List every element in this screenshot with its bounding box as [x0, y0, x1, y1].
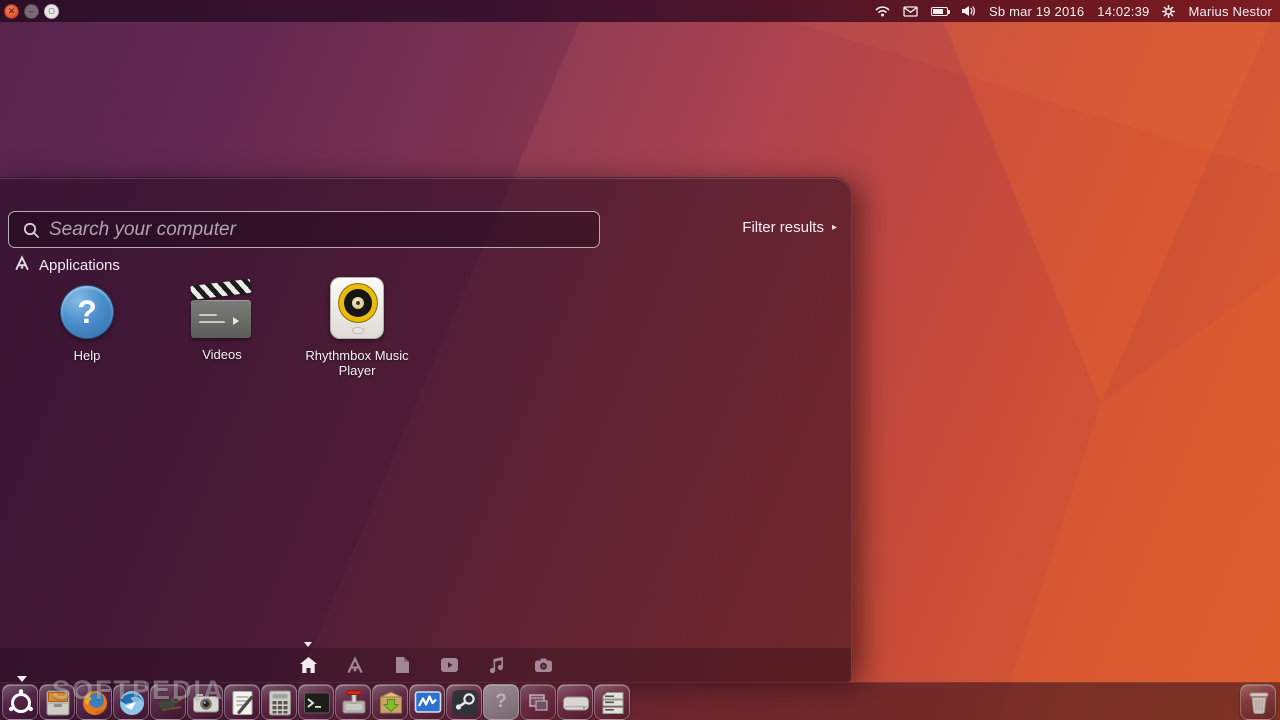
launcher-steam-icon[interactable]: [446, 684, 482, 720]
launcher-window-spread-icon[interactable]: [520, 684, 556, 720]
filter-results-label: Filter results: [742, 219, 824, 236]
active-app-indicator-icon: [17, 676, 27, 682]
filter-results-button[interactable]: Filter results ▸: [742, 219, 837, 236]
app-result-videos[interactable]: Videos: [157, 277, 287, 379]
section-title: Applications: [39, 257, 120, 274]
launcher-bar: SOFTPEDIA: [0, 682, 1280, 720]
lens-documents[interactable]: [392, 655, 412, 675]
filter-expand-arrow-icon: ▸: [832, 222, 837, 233]
app-label: Help: [74, 348, 101, 363]
window-controls: ✕ – ▢: [0, 4, 59, 19]
volume-icon[interactable]: [961, 5, 976, 17]
applications-section-header: Applications: [14, 255, 120, 275]
close-button[interactable]: ✕: [4, 4, 19, 19]
launcher-hard-disk-icon[interactable]: [557, 684, 593, 720]
session-username[interactable]: Marius Nestor: [1188, 4, 1272, 19]
lens-music[interactable]: [486, 655, 506, 675]
videos-app-icon: [191, 286, 253, 338]
battery-icon[interactable]: [931, 7, 948, 16]
wifi-icon[interactable]: [875, 5, 890, 17]
help-app-icon: ?: [60, 285, 114, 339]
panel-time[interactable]: 14:02:39: [1097, 4, 1149, 19]
lens-applications[interactable]: [345, 655, 365, 675]
search-input[interactable]: [9, 212, 599, 247]
session-gear-icon[interactable]: [1162, 5, 1175, 18]
launcher-notes-icon[interactable]: [224, 684, 260, 720]
lens-videos[interactable]: [439, 655, 459, 675]
dash-search-box: [8, 211, 600, 248]
unity-dash: Filter results ▸ Applications ? Help Vid…: [0, 178, 852, 682]
launcher-trash-icon[interactable]: [1240, 684, 1276, 720]
launcher-help-icon[interactable]: ?: [483, 684, 519, 720]
top-panel: ✕ – ▢ Sb mar 19 2016 14:02:39: [0, 0, 1280, 22]
panel-date[interactable]: Sb mar 19 2016: [989, 4, 1084, 19]
dash-app-results: ? Help Videos Rhythmbox Music Player: [22, 277, 422, 379]
maximize-button[interactable]: ▢: [44, 4, 59, 19]
launcher-firefox-icon[interactable]: [76, 684, 112, 720]
minimize-button[interactable]: –: [24, 4, 39, 19]
launcher-system-monitor-icon[interactable]: [409, 684, 445, 720]
mail-icon[interactable]: [903, 6, 918, 17]
rhythmbox-app-icon: [330, 277, 384, 339]
lens-home[interactable]: [298, 655, 318, 675]
applications-lens-icon: [14, 255, 30, 275]
app-result-help[interactable]: ? Help: [22, 277, 152, 379]
launcher-drive-stack-icon[interactable]: [594, 684, 630, 720]
launcher-startup-disk-creator-icon[interactable]: [335, 684, 371, 720]
launcher-terminal-icon[interactable]: [298, 684, 334, 720]
app-label: Rhythmbox Music Player: [297, 348, 417, 379]
dash-lens-bar: [0, 648, 851, 682]
launcher-calculator-icon[interactable]: [261, 684, 297, 720]
launcher-icons-row: ?: [2, 684, 630, 720]
launcher-ubuntu-dash-icon[interactable]: [2, 684, 38, 720]
app-result-rhythmbox[interactable]: Rhythmbox Music Player: [292, 277, 422, 379]
launcher-camera-app-icon[interactable]: [187, 684, 223, 720]
launcher-files-icon[interactable]: [39, 684, 75, 720]
launcher-bird-app-icon[interactable]: [150, 684, 186, 720]
launcher-package-updater-icon[interactable]: [372, 684, 408, 720]
lens-photos[interactable]: [533, 655, 553, 675]
app-label: Videos: [202, 347, 242, 362]
indicator-area: Sb mar 19 2016 14:02:39 Marius Nestor: [875, 4, 1280, 19]
launcher-thunderbird-icon[interactable]: [113, 684, 149, 720]
